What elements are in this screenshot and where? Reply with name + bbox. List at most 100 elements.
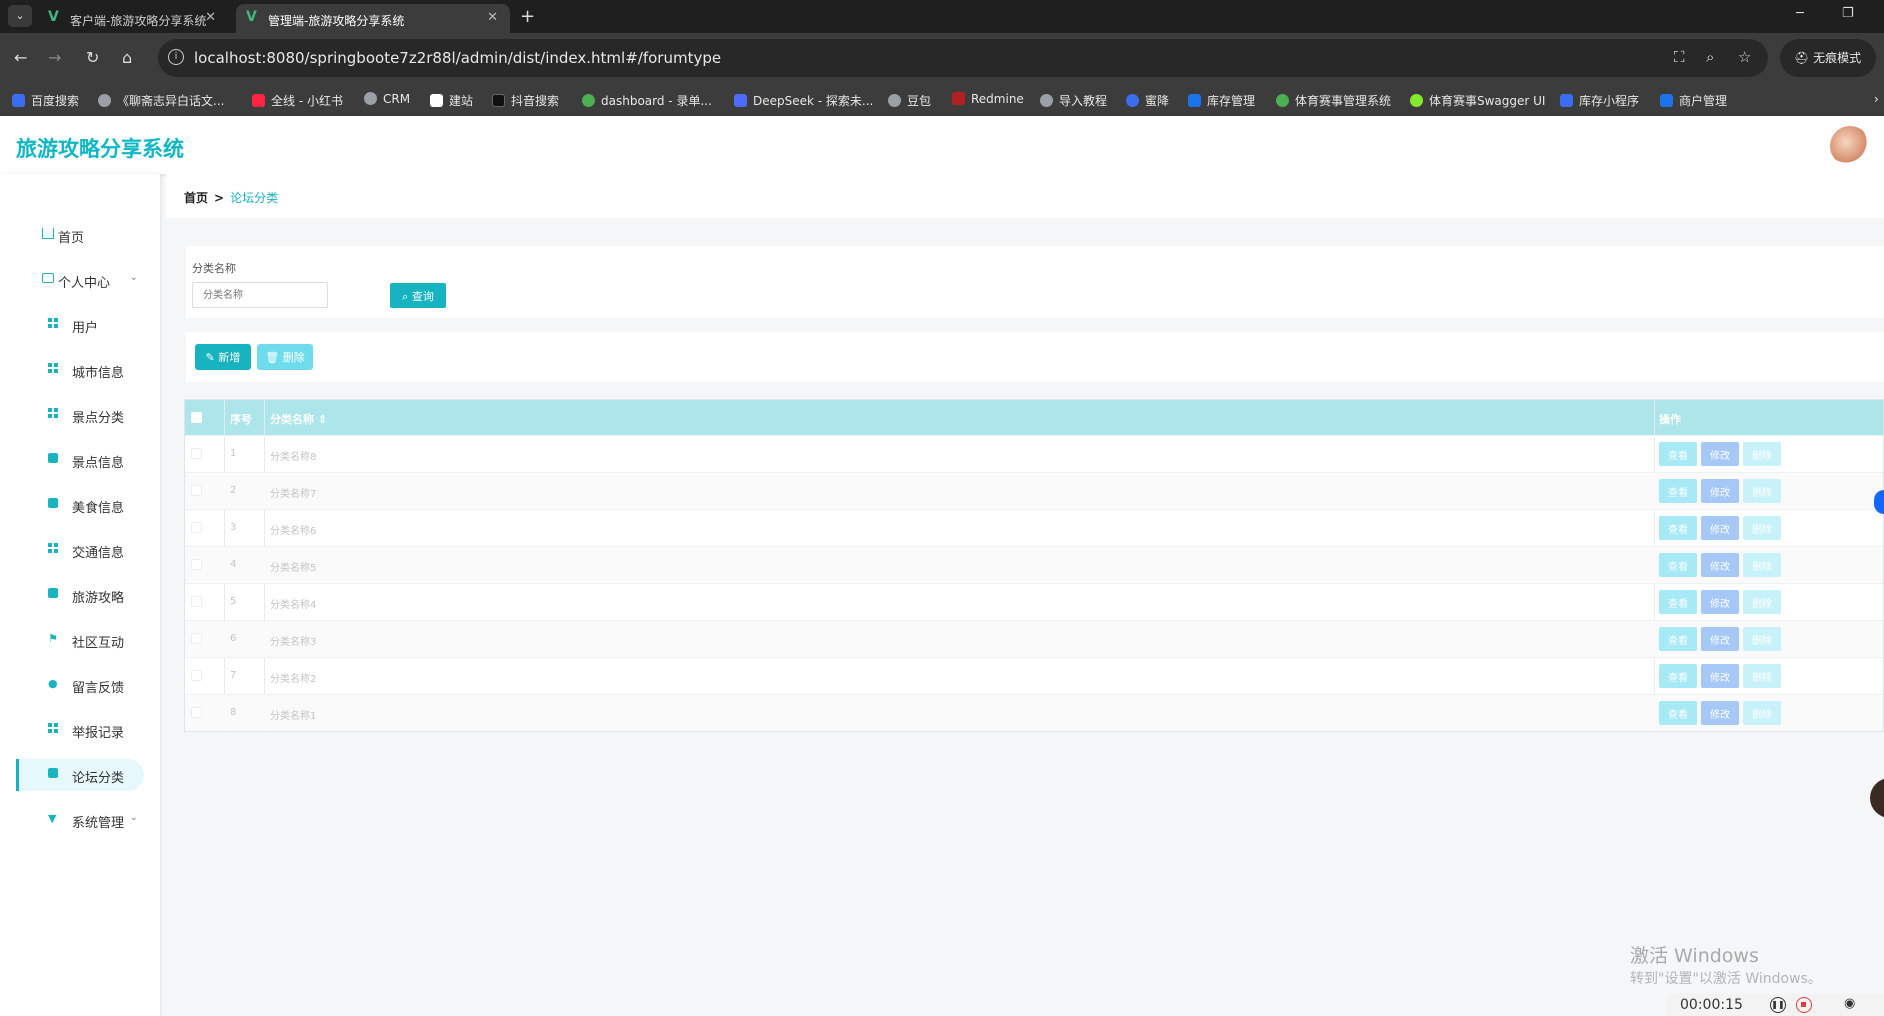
delete-button[interactable]: 删除	[1743, 479, 1781, 503]
incognito-indicator[interactable]: ⛑ 无痕模式	[1780, 39, 1876, 77]
bookmark-item[interactable]: 百度搜索	[12, 92, 79, 109]
delete-button[interactable]: 删除	[1743, 553, 1781, 577]
edit-button[interactable]: 修改	[1701, 479, 1739, 503]
restore-icon[interactable]: ❐	[1842, 6, 1854, 21]
bookmark-item[interactable]: 豆包	[888, 92, 931, 109]
edit-button[interactable]: 修改	[1701, 627, 1739, 651]
bookmark-item[interactable]: 《聊斋志异白话文...	[98, 92, 224, 109]
minimize-icon[interactable]: ─	[1796, 6, 1804, 21]
floating-avatar[interactable]	[1870, 778, 1884, 818]
bookmark-item[interactable]: DeepSeek - 探索未...	[734, 92, 873, 109]
view-button[interactable]: 查看	[1659, 701, 1697, 725]
bookmark-favicon-icon	[888, 94, 901, 107]
view-button[interactable]: 查看	[1659, 590, 1697, 614]
bookmark-item[interactable]: CRM	[364, 92, 410, 106]
row-checkbox[interactable]	[191, 670, 202, 681]
row-checkbox[interactable]	[191, 485, 202, 496]
delete-button[interactable]: 删除	[1743, 442, 1781, 466]
sidebar-item-feedback[interactable]: ● 留言反馈	[16, 669, 144, 701]
view-button[interactable]: 查看	[1659, 664, 1697, 688]
row-checkbox[interactable]	[191, 707, 202, 718]
sidebar-item-forum-category[interactable]: 论坛分类	[16, 759, 144, 791]
reload-icon[interactable]: ↻	[86, 48, 99, 67]
sidebar-item-users[interactable]: 用户	[16, 309, 144, 341]
sidebar-item-spot-info[interactable]: 景点信息	[16, 444, 144, 476]
url-input[interactable]: i localhost:8080/springboote7z2r88l/admi…	[158, 39, 1768, 77]
tab-list-chevron-icon[interactable]: ⌄	[8, 5, 32, 27]
browser-tab-admin[interactable]: V 管理端-旅游攻略分享系统 ✕	[236, 4, 510, 33]
bookmark-item[interactable]: 库存管理	[1188, 92, 1255, 109]
bookmark-item[interactable]: Redmine	[952, 92, 1024, 106]
delete-button[interactable]: 删除	[1743, 516, 1781, 540]
row-checkbox[interactable]	[191, 448, 202, 459]
home-icon[interactable]: ⌂	[122, 48, 132, 67]
table-row: 3 分类名称6 查看 修改 删除	[185, 509, 1883, 546]
edit-button[interactable]: 修改	[1701, 516, 1739, 540]
delete-button[interactable]: 删除	[1743, 590, 1781, 614]
view-button[interactable]: 查看	[1659, 479, 1697, 503]
edit-button[interactable]: 修改	[1701, 664, 1739, 688]
edit-button[interactable]: 修改	[1701, 590, 1739, 614]
sidebar-item-personal-center[interactable]: 个人中心 ⌄	[16, 264, 144, 296]
sidebar-item-community[interactable]: ⚑ 社区互动	[16, 624, 144, 656]
sidebar-item-food-info[interactable]: 美食信息	[16, 489, 144, 521]
new-tab-plus-icon[interactable]: +	[520, 6, 535, 27]
sidebar-item-traffic-info[interactable]: 交通信息	[16, 534, 144, 566]
view-button[interactable]: 查看	[1659, 442, 1697, 466]
bookmark-item[interactable]: 商户管理	[1660, 92, 1727, 109]
zoom-icon[interactable]: ⌕	[1706, 48, 1714, 66]
breadcrumb-home[interactable]: 首页	[184, 191, 208, 205]
bookmark-item[interactable]: 体育赛事管理系统	[1276, 92, 1391, 109]
stop-record-icon[interactable]	[1796, 997, 1812, 1013]
bookmark-item[interactable]: 体育赛事Swagger UI	[1410, 92, 1545, 109]
sidebar-item-city-info[interactable]: 城市信息	[16, 354, 144, 386]
site-info-icon[interactable]: i	[168, 49, 184, 65]
bookmark-item[interactable]: 抖音搜索	[492, 92, 559, 109]
row-checkbox[interactable]	[191, 559, 202, 570]
sort-icon[interactable]: ⇕	[318, 413, 327, 426]
browser-tab-client[interactable]: V 客户端-旅游攻略分享系统 ✕	[38, 4, 228, 33]
sidebar-item-system[interactable]: ▼ 系统管理 ⌄	[16, 804, 144, 836]
edit-button[interactable]: 修改	[1701, 553, 1739, 577]
forward-arrow-icon[interactable]: →	[48, 48, 61, 67]
bookmark-star-icon[interactable]: ☆	[1738, 48, 1751, 66]
bookmark-item[interactable]: 蜜降	[1126, 92, 1169, 109]
bookmark-item[interactable]: 导入教程	[1040, 92, 1107, 109]
edit-button[interactable]: 修改	[1701, 442, 1739, 466]
pause-icon[interactable]: ❚❚	[1770, 997, 1786, 1013]
bookmark-item[interactable]: dashboard - 录单...	[582, 92, 712, 109]
floating-assistant-icon[interactable]	[1874, 490, 1884, 514]
bookmark-item[interactable]: 全线 - 小红书	[252, 92, 343, 109]
batch-delete-button[interactable]: 🗑 删除	[257, 344, 313, 370]
windows-activation-subtitle: 转到"设置"以激活 Windows。	[1630, 971, 1822, 987]
sidebar-item-spot-category[interactable]: 景点分类	[16, 399, 144, 431]
row-checkbox[interactable]	[191, 633, 202, 644]
search-button[interactable]: ⌕ 查询	[390, 283, 446, 308]
delete-button[interactable]: 删除	[1743, 664, 1781, 688]
camera-icon[interactable]: ◉	[1844, 996, 1855, 1011]
translate-icon[interactable]: ⛶	[1674, 48, 1685, 66]
select-all-checkbox[interactable]	[191, 412, 202, 423]
avatar[interactable]	[1830, 126, 1870, 166]
category-name-input[interactable]	[192, 282, 328, 308]
delete-button[interactable]: 删除	[1743, 701, 1781, 725]
view-button[interactable]: 查看	[1659, 516, 1697, 540]
sidebar-item-travel-guide[interactable]: 旅游攻略	[16, 579, 144, 611]
add-button[interactable]: ✎ 新增	[195, 344, 251, 370]
delete-button[interactable]: 删除	[1743, 627, 1781, 651]
bookmarks-overflow-chevron-icon[interactable]: ›	[1874, 92, 1879, 106]
view-button[interactable]: 查看	[1659, 553, 1697, 577]
edit-button[interactable]: 修改	[1701, 701, 1739, 725]
bookmark-item[interactable]: 建站	[430, 92, 473, 109]
sidebar: 首页 个人中心 ⌄ 用户 城市信息 景点分类 景点信息 美食信息 交通信息 旅游…	[0, 174, 160, 1016]
sidebar-item-reports[interactable]: 举报记录	[16, 714, 144, 746]
row-checkbox[interactable]	[191, 596, 202, 607]
row-checkbox[interactable]	[191, 522, 202, 533]
view-button[interactable]: 查看	[1659, 627, 1697, 651]
close-icon[interactable]: ✕	[205, 10, 216, 25]
sidebar-item-home[interactable]: 首页	[16, 219, 144, 251]
close-icon[interactable]: ✕	[487, 10, 498, 25]
bookmark-item[interactable]: 库存小程序	[1560, 92, 1639, 109]
column-header-name[interactable]: 分类名称 ⇕	[270, 411, 327, 427]
back-arrow-icon[interactable]: ←	[14, 48, 27, 67]
